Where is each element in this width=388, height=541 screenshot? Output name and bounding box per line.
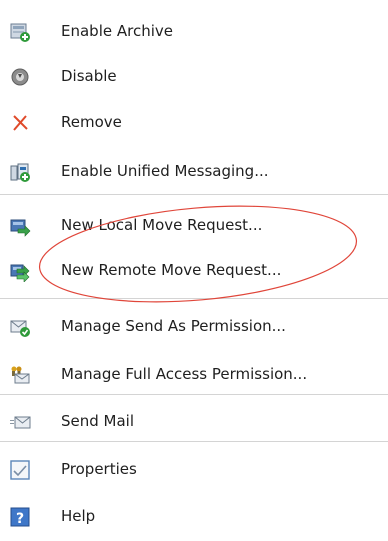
menu-separator	[0, 194, 388, 195]
menu-item-label: New Remote Move Request...	[61, 261, 282, 279]
unified-messaging-icon	[9, 161, 31, 183]
menu-item-label: Enable Archive	[61, 22, 173, 40]
menu-item-manage-send-as-permission[interactable]: Manage Send As Permission...	[0, 303, 388, 351]
menu-separator	[0, 298, 388, 299]
menu-item-new-remote-move-request[interactable]: New Remote Move Request...	[0, 247, 388, 295]
send-as-permission-icon	[9, 316, 31, 338]
menu-item-label: Remove	[61, 113, 122, 131]
menu-item-disable[interactable]: Disable	[0, 53, 388, 101]
menu-separator	[0, 394, 388, 395]
menu-item-manage-full-access-permission[interactable]: Manage Full Access Permission...	[0, 351, 388, 399]
menu-item-label: Send Mail	[61, 412, 135, 430]
menu-item-label: Enable Unified Messaging...	[61, 162, 269, 180]
menu-item-send-mail[interactable]: Send Mail	[0, 398, 388, 446]
menu-item-label: Manage Full Access Permission...	[61, 365, 308, 383]
local-move-request-icon	[9, 215, 31, 237]
menu-item-label: Help	[61, 507, 96, 525]
properties-icon	[9, 459, 31, 481]
send-mail-icon	[9, 411, 31, 433]
menu-item-help[interactable]: ? Help	[0, 493, 388, 541]
full-access-permission-icon	[9, 364, 31, 386]
menu-item-label: Properties	[61, 460, 137, 478]
help-icon: ?	[9, 506, 31, 528]
menu-item-enable-archive[interactable]: Enable Archive	[0, 8, 388, 56]
remote-move-request-icon	[9, 260, 31, 282]
menu-item-label: New Local Move Request...	[61, 216, 263, 234]
menu-item-label: Manage Send As Permission...	[61, 317, 286, 335]
disable-icon	[9, 66, 31, 88]
enable-archive-icon	[9, 21, 31, 43]
menu-item-properties[interactable]: Properties	[0, 446, 388, 494]
menu-item-label: Disable	[61, 67, 117, 85]
svg-text:?: ?	[16, 511, 24, 527]
menu-separator	[0, 441, 388, 442]
context-menu: Enable Archive Disable Remove Enable Uni…	[0, 0, 388, 531]
menu-item-remove[interactable]: Remove	[0, 99, 388, 147]
menu-item-enable-unified-messaging[interactable]: Enable Unified Messaging...	[0, 148, 388, 196]
remove-icon	[9, 112, 31, 134]
menu-item-new-local-move-request[interactable]: New Local Move Request...	[0, 202, 388, 250]
